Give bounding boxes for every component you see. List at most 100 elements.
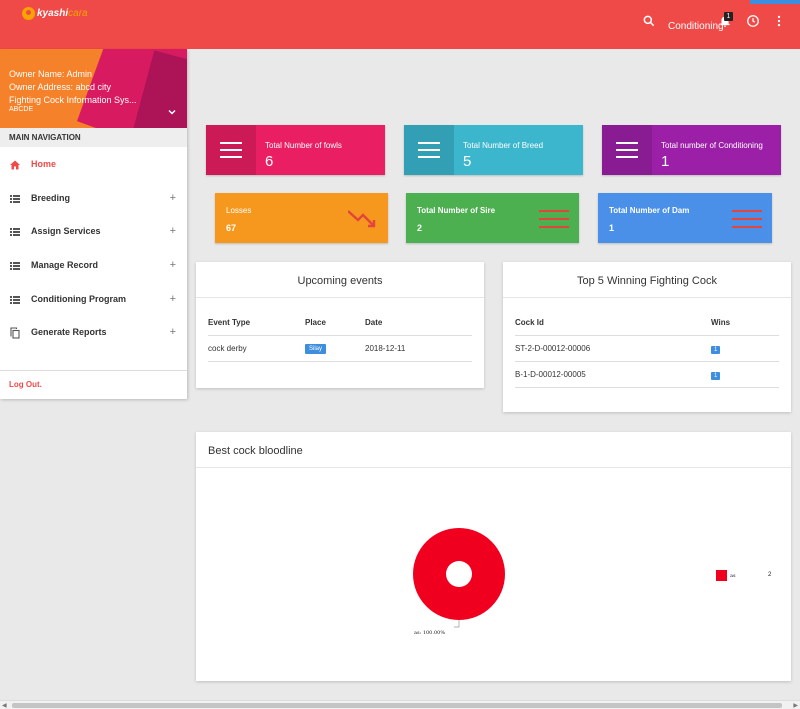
wins-badge: 1 <box>711 371 721 380</box>
horizontal-scrollbar[interactable]: ◀ ▶ <box>0 700 800 709</box>
sidebar-item-label: Generate Reports <box>31 327 107 338</box>
stat-dam[interactable]: Total Number of Dam 1 <box>598 193 772 243</box>
bloodline-card: Best cock bloodline as 2 as: 100.00% <box>196 432 791 681</box>
scrollbar-thumb[interactable] <box>12 703 782 708</box>
cock-id: B-1-D-00012-00005 <box>515 370 586 379</box>
event-date: 2018-12-11 <box>365 344 406 353</box>
sidebar-item-label: Home <box>31 158 57 169</box>
stat-label: Total Number of fowls <box>265 141 342 150</box>
upcoming-events-card: Upcoming events Event Type Place Date co… <box>196 262 484 388</box>
place-badge: Silay <box>305 344 327 354</box>
list-icon <box>9 225 21 237</box>
wins-badge: 1 <box>711 345 721 354</box>
table-row[interactable]: B-1-D-00012-00005 1 <box>515 362 779 388</box>
user-info-panel: Owner Name: Admin Owner Address: abcd ci… <box>0 49 187 128</box>
copy-icon <box>9 326 21 339</box>
app-logo[interactable]: kyashicara <box>22 7 88 20</box>
card-title: Top 5 Winning Fighting Cock <box>503 262 791 298</box>
column-header: Cock Id <box>515 318 544 327</box>
top-winning-card: Top 5 Winning Fighting Cock Cock Id Wins… <box>503 262 791 412</box>
legend-label: as <box>730 573 736 579</box>
sidebar-item-conditioning-program[interactable]: Conditioning Program + <box>0 282 187 316</box>
expand-icon[interactable]: + <box>170 192 176 204</box>
list-icon <box>9 259 21 271</box>
donut-hole <box>446 561 472 587</box>
sidebar-item-label: Assign Services <box>31 226 101 237</box>
sidebar-item-assign-services[interactable]: Assign Services + <box>0 214 187 248</box>
stat-sire[interactable]: Total Number of Sire 2 <box>406 193 579 243</box>
legend-value: 2 <box>768 572 772 578</box>
card-title: Best cock bloodline <box>196 432 791 468</box>
stat-breed[interactable]: Total Number of Breed 5 <box>404 125 583 175</box>
stat-label: Losses <box>226 206 252 215</box>
expand-icon[interactable]: + <box>170 293 176 305</box>
list-icon <box>9 293 21 305</box>
stat-label: Total number of Conditioning <box>661 141 763 150</box>
top-navbar: kyashicara Conditioning 1 <box>0 0 800 49</box>
stat-value: 1 <box>661 153 670 170</box>
card-title: Upcoming events <box>196 262 484 298</box>
corner-tab[interactable] <box>750 0 800 4</box>
list-icon <box>9 192 21 204</box>
stat-label: Total Number of Sire <box>417 206 496 215</box>
owner-address: Owner Address: abcd city <box>9 82 112 92</box>
system-name: Fighting Cock Information Sys... <box>9 95 137 105</box>
table-row[interactable]: ST-2-D-00012-00006 1 <box>515 336 779 362</box>
scroll-right-icon[interactable]: ▶ <box>793 702 798 709</box>
more-vert-icon[interactable] <box>771 14 787 30</box>
stat-value: 67 <box>226 223 237 233</box>
stat-value: 1 <box>609 223 615 233</box>
cock-id: ST-2-D-00012-00006 <box>515 344 591 353</box>
column-header: Wins <box>711 318 731 327</box>
column-header: Date <box>365 318 383 327</box>
winning-table: Cock Id Wins ST-2-D-00012-00006 1 B-1-D-… <box>515 310 779 388</box>
pie-chart <box>413 528 505 628</box>
scroll-left-icon[interactable]: ◀ <box>2 702 7 709</box>
chevron-down-icon[interactable] <box>166 105 178 117</box>
sidebar-item-label: Breeding <box>31 192 71 203</box>
home-icon <box>9 158 21 170</box>
expand-icon[interactable]: + <box>170 259 176 271</box>
label-leader-line <box>454 620 460 628</box>
stat-label: Total Number of Dam <box>609 206 690 215</box>
owner-code: ABCDE <box>9 106 34 113</box>
search-icon[interactable] <box>641 14 657 30</box>
sidebar-item-manage-record[interactable]: Manage Record + <box>0 248 187 282</box>
clock-icon[interactable] <box>745 14 761 30</box>
sidebar-item-label: Conditioning Program <box>31 293 126 304</box>
stat-label: Total Number of Breed <box>463 141 544 150</box>
logo-icon <box>22 7 35 20</box>
menu-icon <box>206 125 256 175</box>
nav-header: MAIN NAVIGATION <box>0 128 187 147</box>
table-header: Cock Id Wins <box>515 310 779 336</box>
menu-icon <box>539 208 569 230</box>
stat-fowls[interactable]: Total Number of fowls 6 <box>206 125 385 175</box>
sidebar-item-generate-reports[interactable]: Generate Reports + <box>0 315 187 349</box>
table-row[interactable]: cock derby Silay 2018-12-11 <box>208 336 472 362</box>
conditioning-link[interactable]: Conditioning <box>668 21 724 32</box>
logout-link[interactable]: Log Out. <box>0 370 187 399</box>
stat-value: 5 <box>463 153 472 170</box>
slice-label: as: 100.00% <box>414 630 446 636</box>
logo-text-main: kyashi <box>37 8 69 19</box>
trending-down-icon <box>347 208 378 230</box>
menu-icon <box>602 125 652 175</box>
column-header: Event Type <box>208 318 251 327</box>
menu-icon <box>404 125 454 175</box>
sidebar-item-home[interactable]: Home <box>0 147 187 181</box>
expand-icon[interactable]: + <box>170 326 176 338</box>
events-table: Event Type Place Date cock derby Silay 2… <box>208 310 472 362</box>
legend-swatch <box>716 570 727 581</box>
event-type: cock derby <box>208 344 247 353</box>
stat-conditioning[interactable]: Total number of Conditioning 1 <box>602 125 781 175</box>
expand-icon[interactable]: + <box>170 225 176 237</box>
sidebar-item-label: Manage Record <box>31 259 99 270</box>
logo-text-accent: cara <box>68 8 88 19</box>
sidebar-item-breeding[interactable]: Breeding + <box>0 181 187 215</box>
stat-value: 6 <box>265 153 274 170</box>
notification-badge: 1 <box>724 12 733 21</box>
column-header: Place <box>305 318 326 327</box>
stat-losses[interactable]: Losses 67 <box>215 193 388 243</box>
owner-name: Owner Name: Admin <box>9 69 93 79</box>
sidebar: Owner Name: Admin Owner Address: abcd ci… <box>0 49 187 399</box>
